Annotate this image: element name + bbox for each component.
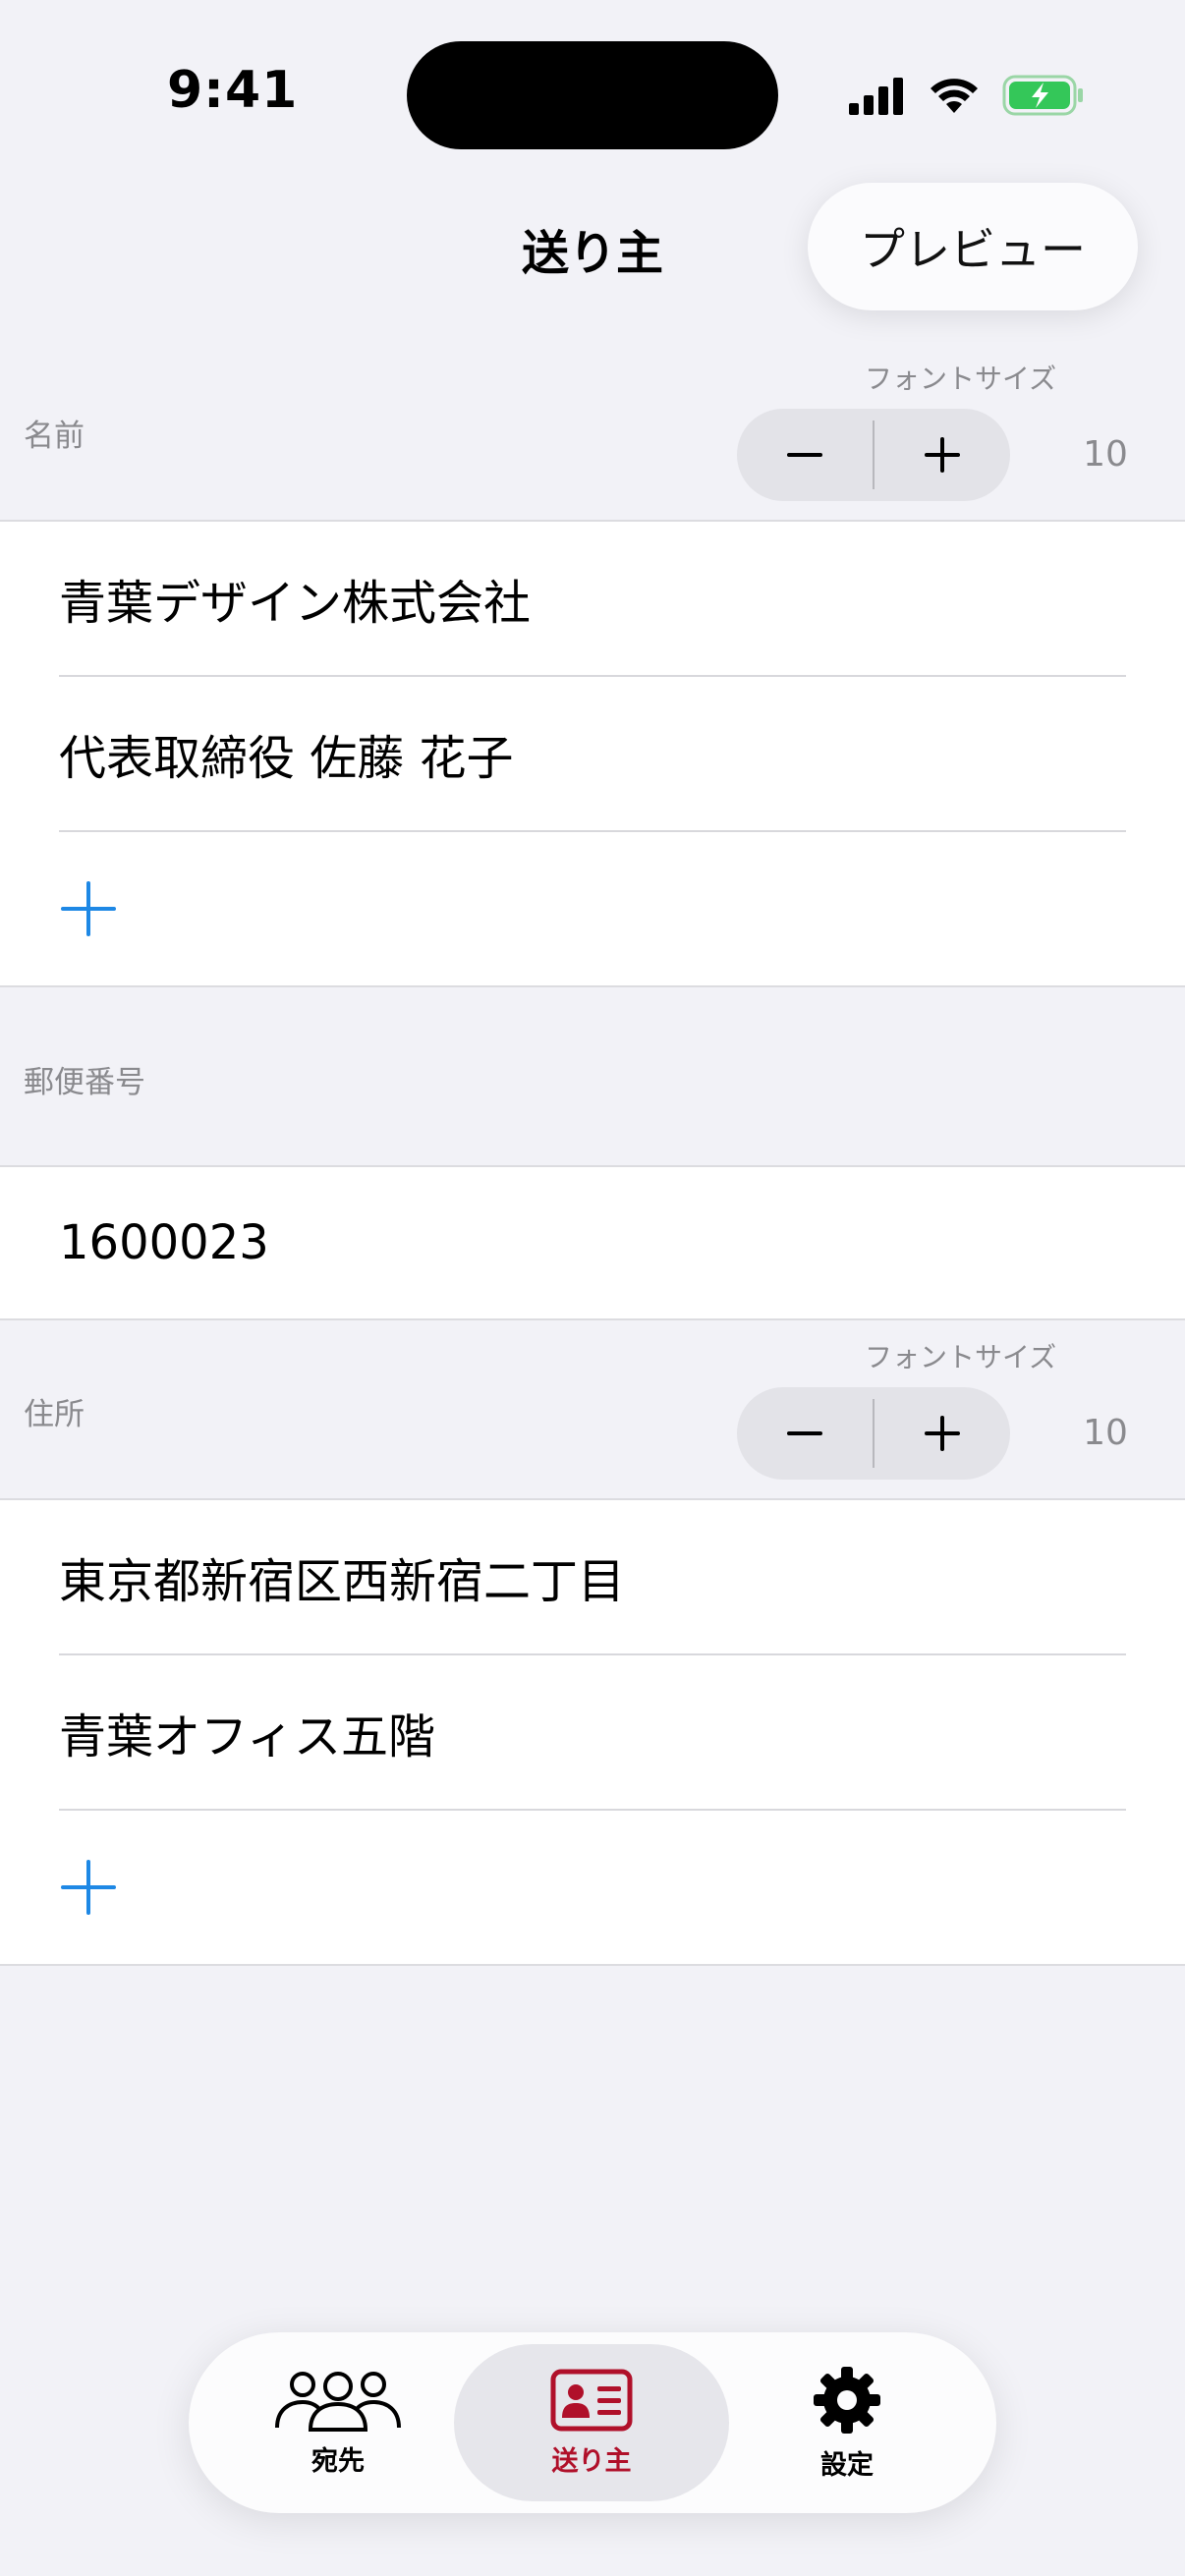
battery-charging-icon xyxy=(1002,75,1083,116)
name-group: 青葉デザイン株式会社 代表取締役 佐藤 花子 xyxy=(0,520,1185,987)
name-section-label: 名前 xyxy=(24,419,85,454)
name-font-size-caption: フォントサイズ xyxy=(865,363,1057,395)
address-font-size-value: 10 xyxy=(1083,1413,1128,1453)
name-increment-button[interactable] xyxy=(875,409,1010,501)
address-font-size-stepper[interactable] xyxy=(737,1387,1010,1480)
address-row-2[interactable]: 青葉オフィス五階 xyxy=(59,1655,1126,1811)
dynamic-island xyxy=(407,41,778,149)
postal-section-label: 郵便番号 xyxy=(24,1065,145,1100)
minus-icon xyxy=(787,1431,822,1435)
plus-icon xyxy=(925,437,960,473)
tab-sender-label: 送り主 xyxy=(551,2445,632,2477)
postal-code-field[interactable]: 1600023 xyxy=(59,1167,1126,1318)
wifi-icon xyxy=(931,79,978,113)
postal-group: 1600023 xyxy=(0,1165,1185,1320)
tab-sender[interactable]: 送り主 xyxy=(454,2344,729,2501)
add-address-row-button[interactable] xyxy=(59,1811,118,1964)
minus-icon xyxy=(787,453,822,457)
address-section-label: 住所 xyxy=(24,1397,85,1432)
name-row-2[interactable]: 代表取締役 佐藤 花子 xyxy=(59,677,1126,832)
add-name-row-button[interactable] xyxy=(59,832,118,985)
name-font-size-stepper[interactable] xyxy=(737,409,1010,501)
address-increment-button[interactable] xyxy=(875,1387,1010,1480)
address-font-size-caption: フォントサイズ xyxy=(865,1341,1057,1373)
contact-card-icon xyxy=(550,2369,633,2431)
status-icons xyxy=(847,71,1085,120)
tab-settings-label: 設定 xyxy=(820,2449,874,2481)
address-row-1[interactable]: 東京都新宿区西新宿二丁目 xyxy=(59,1500,1126,1655)
tab-settings[interactable]: 設定 xyxy=(709,2344,985,2501)
name-row-1[interactable]: 青葉デザイン株式会社 xyxy=(59,522,1126,677)
address-decrement-button[interactable] xyxy=(737,1387,873,1480)
plus-icon xyxy=(61,881,116,936)
cellular-signal-icon xyxy=(849,78,903,115)
plus-icon xyxy=(925,1416,960,1451)
preview-button[interactable]: プレビュー xyxy=(808,183,1138,310)
people-icon xyxy=(275,2371,401,2432)
address-group: 東京都新宿区西新宿二丁目 青葉オフィス五階 xyxy=(0,1498,1185,1966)
tab-recipients[interactable]: 宛先 xyxy=(200,2344,476,2501)
name-decrement-button[interactable] xyxy=(737,409,873,501)
gear-icon xyxy=(814,2366,880,2434)
name-font-size-value: 10 xyxy=(1083,434,1128,475)
status-time: 9:41 xyxy=(167,61,299,120)
tab-recipients-label: 宛先 xyxy=(311,2445,365,2477)
tab-bar: 宛先 送り主 設定 xyxy=(189,2332,996,2513)
plus-icon xyxy=(61,1860,116,1915)
